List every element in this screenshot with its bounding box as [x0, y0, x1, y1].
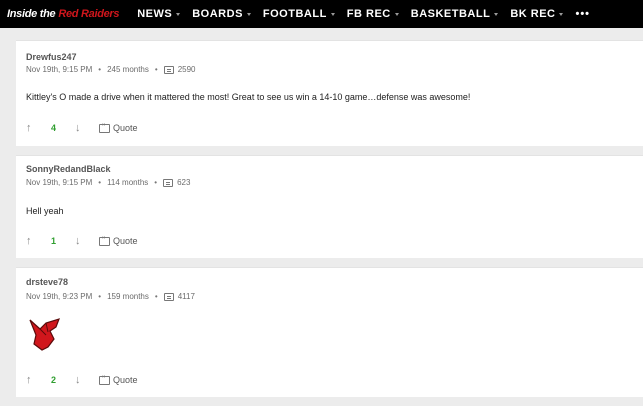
- post-date: Nov 19th, 9:15 PM: [26, 178, 93, 187]
- brand-text-red: Red Raiders: [58, 8, 120, 20]
- separator-dot: •: [154, 292, 158, 301]
- site-logo[interactable]: Inside the Red Raiders: [0, 0, 120, 28]
- forum-post: SonnyRedandBlack Nov 19th, 9:15 PM • 114…: [16, 155, 643, 258]
- downvote-icon[interactable]: ↓: [75, 235, 85, 247]
- chevron-down-icon: [176, 12, 181, 16]
- nav-item-label: NEWS: [137, 8, 173, 20]
- nav-item-label: BASKETBALL: [410, 8, 491, 20]
- separator-dot: •: [98, 292, 102, 301]
- post-author[interactable]: Drewfus247: [26, 52, 77, 62]
- separator-dot: •: [154, 178, 158, 187]
- post-author[interactable]: drsteve78: [26, 277, 68, 287]
- downvote-icon[interactable]: ↓: [75, 122, 85, 134]
- member-tenure: 114 months: [107, 178, 149, 187]
- nav-item-basketball[interactable]: BASKETBALL: [411, 8, 499, 20]
- member-tenure: 245 months: [107, 65, 149, 74]
- separator-dot: •: [154, 65, 158, 74]
- vote-count: 1: [51, 236, 57, 246]
- chevron-down-icon: [559, 12, 564, 16]
- top-nav: Inside the Red Raiders NEWS BOARDS FOOTB…: [0, 0, 643, 28]
- post-body: Hell yeah: [26, 206, 64, 216]
- nav-item-fb-rec[interactable]: FB REC: [347, 8, 399, 20]
- post-count: 2590: [177, 65, 196, 74]
- nav-item-football[interactable]: FOOTBALL: [263, 8, 335, 20]
- post-meta: Nov 19th, 9:23 PM • 159 months • 4117: [26, 292, 195, 301]
- post-count: 4117: [177, 292, 195, 301]
- quote-button[interactable]: Quote: [99, 374, 138, 385]
- message-icon: [163, 178, 174, 187]
- more-menu-icon[interactable]: •••: [575, 8, 590, 20]
- nav-item-label: BOARDS: [192, 8, 243, 20]
- quote-icon: [99, 374, 110, 385]
- post-meta: Nov 19th, 9:15 PM • 245 months • 2590: [26, 65, 196, 74]
- nav-item-label: FB REC: [346, 8, 391, 20]
- vote-count: 4: [51, 123, 57, 133]
- separator-dot: •: [98, 65, 102, 74]
- post-date: Nov 19th, 9:15 PM: [26, 65, 93, 74]
- quote-icon: [99, 122, 110, 133]
- forum-post: Drewfus247 Nov 19th, 9:15 PM • 245 month…: [16, 40, 643, 146]
- message-icon: [163, 292, 174, 301]
- post-meta: Nov 19th, 9:15 PM • 114 months • 623: [26, 178, 190, 187]
- post-actions: ↑ 2 ↓ Quote: [26, 374, 138, 387]
- quote-icon: [99, 235, 110, 246]
- quote-button[interactable]: Quote: [99, 235, 138, 246]
- brand-text: Inside the: [7, 8, 56, 20]
- quote-label: Quote: [113, 123, 138, 133]
- upvote-icon[interactable]: ↑: [26, 122, 36, 134]
- nav-menu: NEWS BOARDS FOOTBALL FB REC BASKETBALL B…: [137, 8, 590, 20]
- post-actions: ↑ 4 ↓ Quote: [26, 122, 138, 135]
- post-actions: ↑ 1 ↓ Quote: [26, 235, 138, 248]
- quote-button[interactable]: Quote: [99, 122, 138, 133]
- quote-label: Quote: [113, 375, 138, 385]
- message-icon: [163, 65, 174, 74]
- upvote-icon[interactable]: ↑: [26, 374, 36, 386]
- downvote-icon[interactable]: ↓: [75, 374, 85, 386]
- nav-item-bk-rec[interactable]: BK REC: [510, 8, 564, 20]
- chevron-down-icon: [494, 12, 499, 16]
- nav-item-news[interactable]: NEWS: [137, 8, 181, 20]
- post-count: 623: [177, 178, 191, 187]
- post-date: Nov 19th, 9:23 PM: [26, 292, 93, 301]
- forum-post: drsteve78 Nov 19th, 9:23 PM • 159 months…: [16, 267, 643, 397]
- separator-dot: •: [98, 178, 102, 187]
- post-author[interactable]: SonnyRedandBlack: [26, 164, 111, 174]
- quote-label: Quote: [113, 236, 138, 246]
- nav-item-label: FOOTBALL: [262, 8, 327, 20]
- chevron-down-icon: [394, 12, 399, 16]
- nav-item-label: BK REC: [510, 8, 556, 20]
- guns-up-hand-icon: [29, 318, 60, 351]
- chevron-down-icon: [330, 12, 335, 16]
- post-body: Kittley's O made a drive when it mattere…: [26, 92, 471, 102]
- nav-item-boards[interactable]: BOARDS: [192, 8, 251, 20]
- upvote-icon[interactable]: ↑: [26, 235, 36, 247]
- member-tenure: 159 months: [107, 292, 149, 301]
- vote-count: 2: [51, 375, 57, 385]
- chevron-down-icon: [246, 12, 251, 16]
